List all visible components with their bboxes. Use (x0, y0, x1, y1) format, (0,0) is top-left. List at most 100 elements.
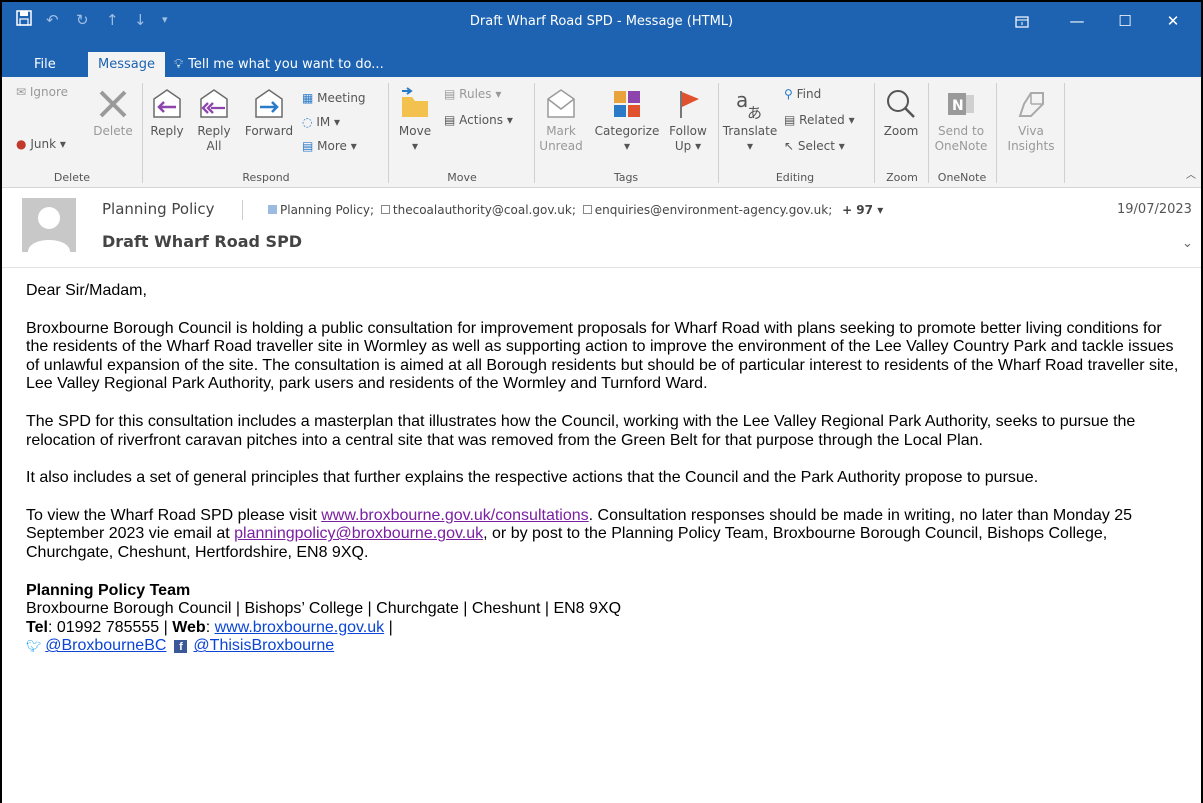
rules-icon: ▤ (444, 87, 456, 101)
categorize-button[interactable]: Categorize ▾ (592, 87, 662, 154)
recipient[interactable]: thecoalauthority@coal.gov.uk; (393, 203, 576, 217)
svg-text:N: N (952, 98, 964, 114)
recipient[interactable]: enquiries@environment-agency.gov.uk; (595, 203, 833, 217)
send-to-onenote-button[interactable]: N Send to OneNote (930, 87, 992, 154)
recipient-checkbox-icon (268, 205, 277, 214)
rules-button[interactable]: ▤ Rules ▾ (444, 85, 501, 103)
divider (1064, 83, 1065, 183)
translate-icon: aあ (736, 88, 762, 121)
group-label-tags: Tags (613, 171, 639, 184)
title-bar: ↶ ↻ ↑ ↓ ▾ Draft Wharf Road SPD - Message… (2, 2, 1201, 46)
delete-button[interactable]: Delete (92, 87, 134, 139)
twitter-icon: 🐦︎ (26, 639, 42, 654)
group-label-respond: Respond (242, 171, 290, 184)
facebook-link[interactable]: @ThisisBroxbourne (193, 637, 334, 654)
paragraph: To view the Wharf Road SPD please visit … (26, 506, 1133, 561)
tab-message[interactable]: Message (88, 52, 165, 77)
junk-button[interactable]: ● Junk ▾ (16, 135, 66, 153)
delete-icon (99, 90, 127, 118)
message-subject: Draft Wharf Road SPD (102, 232, 303, 251)
group-label-delete: Delete (53, 171, 91, 184)
recipient-checkbox-icon (380, 205, 390, 214)
related-button[interactable]: ▤ Related ▾ (784, 111, 855, 129)
sent-date: 19/07/2023 (1117, 202, 1192, 217)
categorize-icon (614, 91, 640, 117)
move-button[interactable]: Move ▾ (394, 87, 436, 154)
recipient-list: Planning Policy; thecoalauthority@coal.g… (268, 203, 883, 217)
ribbon-display-icon[interactable] (1002, 6, 1042, 36)
cursor-icon: ↖ (784, 139, 795, 153)
sender-name[interactable]: Planning Policy (102, 200, 215, 218)
consultations-link[interactable]: www.broxbourne.gov.uk/consultations (321, 507, 588, 524)
ribbon-tabs: File Message 💡︎ Tell me what you want to … (2, 46, 1201, 77)
group-label-onenote: OneNote (937, 171, 987, 184)
actions-button[interactable]: ▤ Actions ▾ (444, 111, 513, 129)
forward-icon (255, 89, 283, 118)
divider (142, 83, 143, 183)
follow-up-button[interactable]: Follow Up ▾ (666, 87, 710, 154)
minimize-icon[interactable]: — (1057, 6, 1097, 36)
divider (534, 83, 535, 183)
envelope-icon (547, 89, 575, 118)
website-link[interactable]: www.broxbourne.gov.uk (215, 619, 385, 636)
signature-social: 🐦︎ @BroxbourneBC f @ThisisBroxbourne (26, 637, 1186, 656)
maximize-icon[interactable]: ☐ (1105, 6, 1145, 36)
meeting-button[interactable]: ▦ Meeting (302, 89, 366, 107)
mark-unread-button[interactable]: Mark Unread (538, 87, 584, 154)
group-label-editing: Editing (775, 171, 815, 184)
message-header: Planning Policy Planning Policy; thecoal… (2, 188, 1201, 268)
tell-me-box[interactable]: 💡︎ Tell me what you want to do... (174, 52, 384, 77)
signature: Planning Policy Team Broxbourne Borough … (26, 582, 1186, 656)
divider (996, 83, 997, 183)
zoom-button[interactable]: Zoom (878, 87, 924, 139)
reply-all-button[interactable]: Reply All (194, 87, 234, 154)
ignore-button[interactable]: ✉︎ Ignore (16, 83, 68, 101)
related-icon: ▤ (784, 113, 796, 127)
reply-icon (153, 89, 181, 118)
find-icon: ⚲ (784, 87, 793, 101)
divider (874, 83, 875, 183)
divider (718, 83, 719, 183)
tab-file[interactable]: File (24, 52, 66, 77)
recipient[interactable]: Planning Policy; (280, 203, 374, 217)
recipient-checkbox-icon (582, 205, 592, 214)
chat-icon: ◌ (302, 115, 313, 129)
magnifier-icon (887, 90, 915, 118)
group-label-zoom: Zoom (886, 171, 918, 184)
find-button[interactable]: ⚲ Find (784, 85, 821, 103)
message-body: Dear Sir/Madam, Broxbourne Borough Counc… (26, 282, 1186, 656)
flag-icon (680, 91, 699, 118)
paragraph: Broxbourne Borough Council is holding a … (26, 319, 1179, 393)
signature-contact: Tel: 01992 785555 | Web: www.broxbourne.… (26, 618, 393, 636)
greeting: Dear Sir/Madam, (26, 282, 147, 299)
junk-icon: ● (16, 137, 27, 151)
im-button[interactable]: ◌ IM ▾ (302, 113, 340, 131)
forward-button[interactable]: Forward (242, 87, 296, 139)
ribbon: ✉︎ Ignore ● Junk ▾ Delete Delete Reply R… (2, 77, 1201, 188)
lightbulb-icon: 💡︎ (174, 57, 184, 72)
translate-button[interactable]: aあ Translate ▾ (720, 87, 780, 154)
close-icon[interactable]: ✕ (1153, 6, 1193, 36)
divider (928, 83, 929, 183)
viva-insights-button[interactable]: Viva Insights (1000, 87, 1062, 154)
more-recipients-button[interactable]: + 97 ▾ (842, 203, 883, 217)
facebook-icon: f (174, 640, 188, 654)
outlook-message-window: ↶ ↻ ↑ ↓ ▾ Draft Wharf Road SPD - Message… (0, 0, 1203, 803)
divider (388, 83, 389, 183)
folder-icon (402, 87, 428, 117)
reply-all-icon (200, 89, 228, 118)
sender-avatar (22, 198, 76, 252)
expand-header-icon[interactable]: ⌄ (1182, 236, 1193, 251)
email-link[interactable]: planningpolicy@broxbourne.gov.uk (234, 525, 483, 542)
actions-icon: ▤ (444, 113, 456, 127)
select-button[interactable]: ↖ Select ▾ (784, 137, 845, 155)
twitter-link[interactable]: @BroxbourneBC (45, 637, 166, 654)
more-respond-button[interactable]: ▤ More ▾ (302, 137, 357, 155)
reply-button[interactable]: Reply (148, 87, 186, 139)
calendar-icon: ▦ (302, 91, 314, 105)
collapse-ribbon-icon[interactable]: ︿ (1186, 167, 1196, 185)
signature-team: Planning Policy Team (26, 581, 191, 599)
more-icon: ▤ (302, 139, 314, 153)
group-label-move: Move (447, 171, 477, 184)
ignore-icon: ✉︎ (16, 85, 30, 99)
